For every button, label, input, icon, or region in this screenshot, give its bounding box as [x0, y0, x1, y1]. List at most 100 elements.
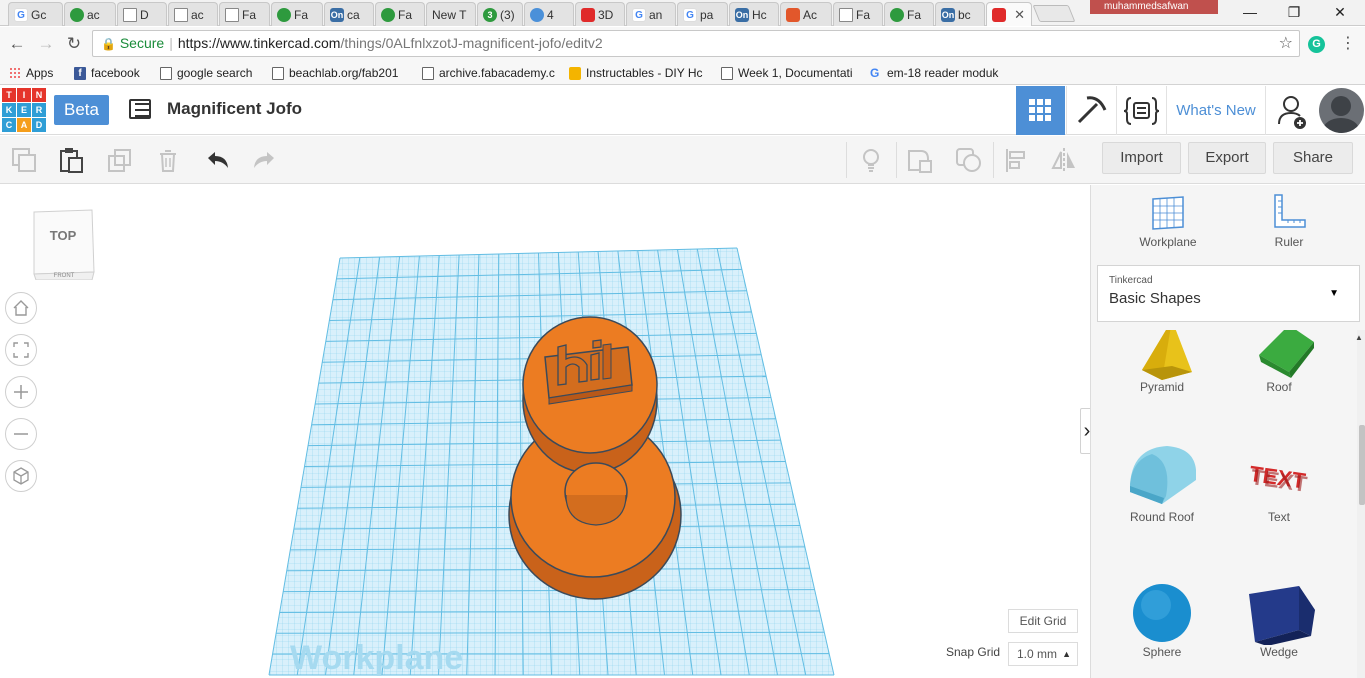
panel-scrollbar-thumb[interactable]: [1359, 425, 1365, 505]
delete-button[interactable]: [154, 146, 182, 174]
browser-tab-active[interactable]: ✕: [986, 2, 1032, 26]
bookmark-facebook[interactable]: f facebook: [74, 64, 154, 82]
address-bar[interactable]: 🔒 Secure | https://www.tinkercad.com/thing…: [92, 30, 1300, 57]
bookmark-apps[interactable]: Apps: [9, 64, 69, 82]
group-button[interactable]: [906, 146, 934, 174]
design-list-icon[interactable]: [129, 99, 153, 121]
scroll-up-arrow-icon[interactable]: ▲: [1355, 333, 1363, 342]
close-window-icon[interactable]: ✕: [1320, 2, 1360, 22]
cube-icon: [70, 7, 84, 22]
browser-tab[interactable]: Fa: [219, 2, 270, 26]
copy-button[interactable]: [10, 146, 38, 174]
blocks-mode-button[interactable]: [1066, 86, 1115, 135]
shape-roof[interactable]: Roof: [1224, 330, 1334, 394]
align-button[interactable]: [1003, 146, 1031, 174]
snap-grid-select[interactable]: 1.0 mm ▲: [1008, 642, 1078, 666]
codeblocks-mode-button[interactable]: [1116, 86, 1165, 135]
workplane-tool[interactable]: Workplane: [1118, 193, 1218, 249]
forward-arrow-icon[interactable]: →: [35, 33, 57, 55]
browser-tab[interactable]: On Hc: [729, 2, 779, 26]
code-blocks-icon: [1123, 97, 1160, 125]
mirror-button[interactable]: [1050, 146, 1078, 174]
fit-view-button[interactable]: [5, 334, 37, 366]
browser-profile-chip[interactable]: muhammedsafwan: [1090, 0, 1218, 14]
bookmark-star-icon[interactable]: ☆: [1279, 31, 1293, 56]
undo-button[interactable]: [203, 146, 231, 174]
reload-icon[interactable]: ↻: [63, 33, 85, 55]
shape-sphere[interactable]: Sphere: [1107, 580, 1217, 659]
whats-new-link[interactable]: What's New: [1166, 86, 1266, 135]
logo-letter: I: [17, 88, 31, 102]
bookmark-instructables[interactable]: Instructables - DIY Hc: [569, 64, 709, 82]
browser-tab[interactable]: G Gc: [8, 2, 63, 26]
url-path: /things/0ALfnlxzotJ-magnificent-jofo/edi…: [340, 35, 603, 51]
apps-icon: [9, 66, 21, 80]
browser-tab[interactable]: D: [117, 2, 167, 26]
perspective-toggle-button[interactable]: [5, 460, 37, 492]
zoom-out-button[interactable]: [5, 418, 37, 450]
zoom-in-button[interactable]: [5, 376, 37, 408]
browser-tab[interactable]: ac: [168, 2, 218, 26]
browser-tab[interactable]: Gan: [626, 2, 676, 26]
ungroup-button[interactable]: [955, 146, 983, 174]
browser-tab[interactable]: On ca: [324, 2, 374, 26]
close-tab-icon[interactable]: ✕: [1014, 7, 1025, 23]
shape-pyramid[interactable]: Pyramid: [1107, 330, 1217, 394]
round-roof-shape-icon: [1130, 446, 1196, 504]
browser-menu-icon[interactable]: ⋮: [1340, 34, 1356, 54]
browser-tab[interactable]: ac: [64, 2, 116, 26]
browser-tab[interactable]: Fa: [833, 2, 883, 26]
google-icon: G: [632, 7, 646, 22]
view-cube[interactable]: TOP FRONT: [30, 208, 96, 281]
browser-tab[interactable]: 3D: [575, 2, 625, 26]
add-collaborator-button[interactable]: [1267, 86, 1317, 135]
shape-wedge[interactable]: Wedge: [1224, 580, 1334, 659]
bookmark-fabacademy[interactable]: archive.fabacademy.c: [422, 64, 560, 82]
shapes-panel: Workplane Ruler Tinkercad Basic Shapes ▼…: [1090, 185, 1365, 678]
browser-tab-strip: G Gc ac D ac Fa Fa On ca Fa New T 3 (3) 4 3…: [0, 0, 1365, 26]
workplane-canvas[interactable]: Workplane TOP FRONT Edit Grid Snap Grid …: [0, 185, 1090, 678]
bookmark-week1[interactable]: Week 1, Documentati: [721, 64, 858, 82]
tinkercad-logo[interactable]: TIN KER CAD: [2, 88, 46, 132]
separator: [896, 142, 897, 178]
browser-tab[interactable]: On bc: [935, 2, 985, 26]
browser-tab[interactable]: New T: [426, 2, 476, 26]
browser-tab[interactable]: Gpa: [677, 2, 728, 26]
bookmark-google-search[interactable]: google search: [160, 64, 265, 82]
browser-tab[interactable]: Fa: [375, 2, 425, 26]
browser-tab[interactable]: 3 (3): [477, 2, 523, 26]
maximize-icon[interactable]: ❐: [1274, 2, 1314, 22]
workplane-scene[interactable]: Workplane: [0, 185, 1090, 678]
duplicate-button[interactable]: [106, 146, 134, 174]
paste-button[interactable]: [57, 146, 85, 174]
browser-tab[interactable]: Ac: [780, 2, 832, 26]
home-view-button[interactable]: [5, 292, 37, 324]
ruler-tool[interactable]: Ruler: [1239, 193, 1339, 249]
design-title[interactable]: Magnificent Jofo: [167, 99, 302, 119]
edit-toolbar: [0, 136, 1090, 184]
browser-tab[interactable]: Fa: [884, 2, 934, 26]
user-avatar[interactable]: [1319, 88, 1364, 133]
browser-tab[interactable]: 4: [524, 2, 574, 26]
shape-library-dropdown[interactable]: Tinkercad Basic Shapes ▼: [1097, 265, 1360, 322]
import-button[interactable]: Import: [1102, 142, 1181, 174]
toggle-notes-button[interactable]: [857, 146, 885, 174]
edit-grid-button[interactable]: Edit Grid: [1008, 609, 1078, 633]
url-host: https://www.tinkercad.com: [177, 35, 341, 51]
shape-round-roof[interactable]: Round Roof: [1107, 440, 1217, 524]
document-icon: [160, 66, 172, 80]
redo-button[interactable]: [251, 146, 279, 174]
back-arrow-icon[interactable]: ←: [6, 33, 28, 55]
beta-badge[interactable]: Beta: [54, 95, 109, 125]
export-button[interactable]: Export: [1188, 142, 1266, 174]
browser-tab[interactable]: Fa: [271, 2, 323, 26]
grammarly-extension-icon[interactable]: G: [1308, 36, 1325, 53]
bookmark-beachlab[interactable]: beachlab.org/fab201: [272, 64, 409, 82]
bookmark-em18[interactable]: Gem-18 reader moduk: [870, 64, 1010, 82]
minimize-icon[interactable]: —: [1230, 2, 1270, 22]
shape-text[interactable]: TEXT TEXT Text: [1224, 440, 1334, 524]
3d-design-view-button[interactable]: [1016, 86, 1065, 135]
share-button[interactable]: Share: [1273, 142, 1353, 174]
align-icon: [1006, 149, 1025, 172]
new-tab-button[interactable]: [1032, 5, 1076, 22]
